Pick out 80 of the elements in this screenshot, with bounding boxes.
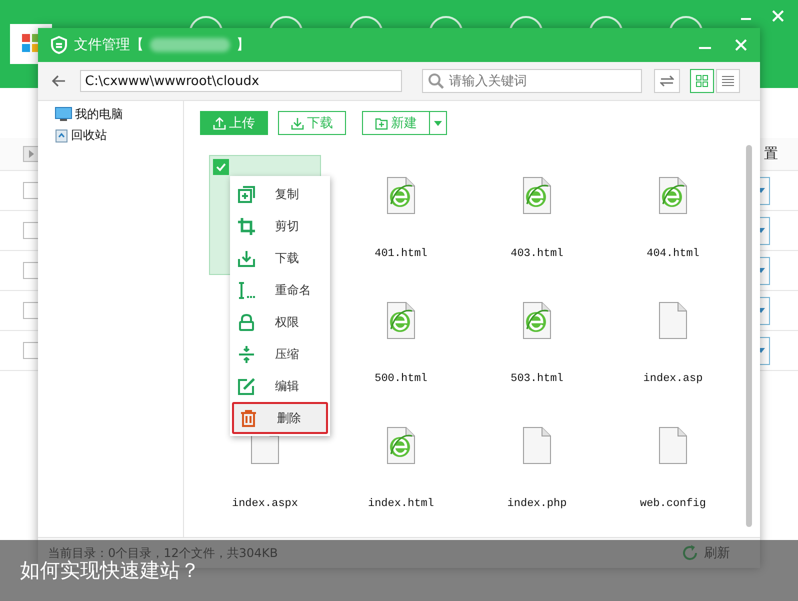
dropdown-caret-icon[interactable] xyxy=(759,176,770,204)
file-name: index.aspx xyxy=(232,498,298,510)
file-tile[interactable]: 403.html xyxy=(481,155,593,275)
menu-item[interactable]: 压缩 xyxy=(230,338,330,370)
file-name: 500.html xyxy=(374,373,428,385)
file-tile[interactable]: index.html xyxy=(345,405,457,525)
close-icon[interactable] xyxy=(734,38,748,52)
file-tile[interactable]: 401.html xyxy=(345,155,457,275)
search-field[interactable]: 请输入关键词 xyxy=(422,69,642,93)
file-tile[interactable]: 500.html xyxy=(345,280,457,400)
divide-icon xyxy=(238,346,255,362)
shield-icon xyxy=(50,36,68,54)
menu-item[interactable]: 复制 xyxy=(230,178,330,210)
file-name: web.config xyxy=(640,498,706,510)
menu-item[interactable]: 删除 xyxy=(232,402,328,434)
refresh-icon xyxy=(681,544,699,562)
file-tile[interactable]: 503.html xyxy=(481,280,593,400)
monitor-icon xyxy=(55,107,72,122)
web-file-icon xyxy=(523,177,551,214)
caption-text: 如何实现快速建站？ xyxy=(20,558,200,584)
menu-item[interactable]: 剪切 xyxy=(230,210,330,242)
trash-icon xyxy=(240,410,257,426)
expand-button-icon[interactable] xyxy=(23,146,39,162)
swap-button[interactable] xyxy=(654,69,680,93)
back-arrow-icon[interactable] xyxy=(52,75,66,87)
grid-icon xyxy=(696,75,708,87)
window-title: 文件管理【 xyxy=(74,36,144,54)
web-file-icon xyxy=(387,177,415,214)
dropdown-caret-icon[interactable] xyxy=(759,296,770,324)
menu-item[interactable]: 重命名 xyxy=(230,274,330,306)
menu-item[interactable]: 权限 xyxy=(230,306,330,338)
close-icon[interactable] xyxy=(772,10,784,22)
file-tile[interactable]: 404.html xyxy=(617,155,729,275)
search-icon xyxy=(428,73,444,89)
file-icon xyxy=(523,427,551,464)
web-file-icon xyxy=(659,177,687,214)
file-tile[interactable]: index.asp xyxy=(617,280,729,400)
dropdown-button[interactable] xyxy=(430,111,447,135)
column-header: 置 xyxy=(764,145,779,163)
web-file-icon xyxy=(387,427,415,464)
text-cursor-icon xyxy=(238,282,255,298)
list-icon xyxy=(722,75,734,87)
menu-item[interactable]: 编辑 xyxy=(230,370,330,402)
menu-item[interactable]: 下载 xyxy=(230,242,330,274)
file-name: index.php xyxy=(507,498,567,510)
file-name: 401.html xyxy=(374,248,428,260)
sidebar-item[interactable]: 回收站 xyxy=(55,127,107,144)
copy-icon xyxy=(238,186,255,202)
dropdown-caret-icon[interactable] xyxy=(759,216,770,244)
web-file-icon xyxy=(387,302,415,339)
list-view-button[interactable] xyxy=(716,69,740,93)
file-name: index.asp xyxy=(643,373,703,385)
file-name: 403.html xyxy=(510,248,564,260)
file-tile[interactable]: index.php xyxy=(481,405,593,525)
dropdown-caret-icon[interactable] xyxy=(759,256,770,284)
file-name: 503.html xyxy=(510,373,564,385)
web-file-icon xyxy=(523,302,551,339)
path-field[interactable]: C:\cxwww\wwwroot\cloudx xyxy=(80,70,402,92)
download-icon xyxy=(238,250,255,266)
file-name: index.html xyxy=(368,498,434,510)
file-name: 404.html xyxy=(646,248,700,260)
scrollbar[interactable] xyxy=(746,145,752,527)
window-title: 】 xyxy=(236,36,250,54)
file-tile[interactable]: web.config xyxy=(617,405,729,525)
dropdown-caret-icon[interactable] xyxy=(759,336,770,364)
grid-view-button[interactable] xyxy=(690,69,714,93)
sidebar-item[interactable]: 我的电脑 xyxy=(55,106,123,123)
file-icon xyxy=(659,302,687,339)
swap-icon xyxy=(660,75,674,87)
edit-icon xyxy=(238,378,255,394)
download-icon xyxy=(291,116,304,130)
checkmark-icon xyxy=(213,159,229,175)
crop-icon xyxy=(238,218,255,234)
file-icon xyxy=(659,427,687,464)
caret-icon xyxy=(434,120,442,126)
upload-icon xyxy=(213,116,226,130)
directory-summary: 当前目录：0个目录，12个文件，共304KB xyxy=(48,544,278,560)
new-folder-icon xyxy=(375,116,388,130)
recycle-bin-icon xyxy=(55,128,68,143)
lock-icon xyxy=(238,314,255,330)
